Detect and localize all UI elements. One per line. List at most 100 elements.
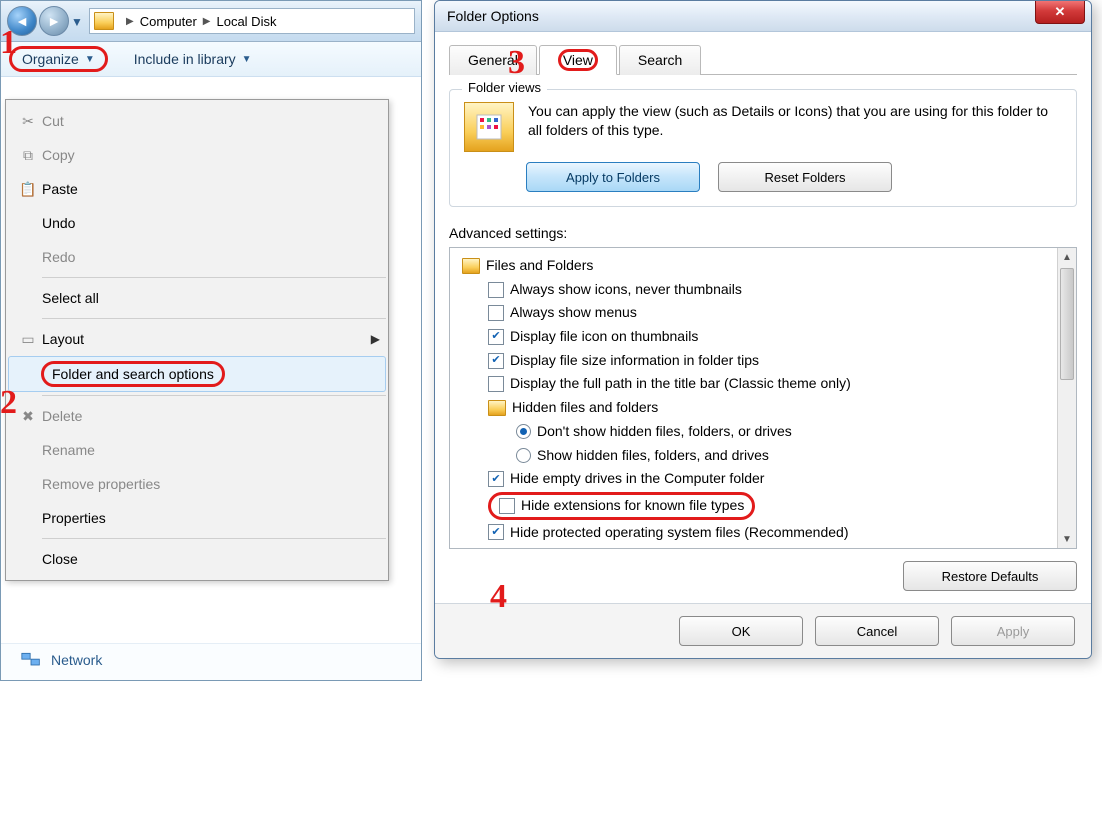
menu-properties-label: Properties xyxy=(42,510,380,526)
breadcrumb[interactable]: ▶ Computer ▶ Local Disk xyxy=(89,8,415,34)
opt-always-icons[interactable]: Always show icons, never thumbnails xyxy=(454,278,1053,302)
advanced-settings-label: Advanced settings: xyxy=(449,225,1077,241)
tab-search[interactable]: Search xyxy=(619,45,701,75)
menu-undo-label: Undo xyxy=(42,215,380,231)
tree-scrollbar[interactable]: ▲ ▼ xyxy=(1057,248,1076,548)
menu-removeprops-label: Remove properties xyxy=(42,476,380,492)
checkbox-unchecked-icon xyxy=(488,376,504,392)
folder-icon xyxy=(488,400,506,416)
chevron-right-icon: ▶ xyxy=(371,332,380,346)
menu-rename-label: Rename xyxy=(42,442,380,458)
radio-selected-icon xyxy=(516,424,531,439)
opt-hide-ext[interactable]: Hide extensions for known file types xyxy=(454,491,1053,521)
apply-to-folders-button[interactable]: Apply to Folders xyxy=(526,162,700,192)
menu-close[interactable]: Close xyxy=(6,542,388,576)
organize-label: Organize xyxy=(22,51,79,67)
delete-icon: ✖ xyxy=(14,408,42,425)
cancel-button[interactable]: Cancel xyxy=(815,616,939,646)
menu-cut[interactable]: ✂ Cut xyxy=(6,104,388,138)
ok-button[interactable]: OK xyxy=(679,616,803,646)
apply-button[interactable]: Apply xyxy=(951,616,1075,646)
tab-view[interactable]: View xyxy=(539,45,617,75)
chevron-down-icon: ▼ xyxy=(85,54,95,65)
organize-menu: ✂ Cut ⧉ Copy 📋 Paste Undo Redo Select al… xyxy=(5,99,389,581)
opt-display-icon[interactable]: ✔ Display file icon on thumbnails xyxy=(454,325,1053,349)
folder-views-text: You can apply the view (such as Details … xyxy=(528,102,1062,140)
menu-redo-label: Redo xyxy=(42,249,380,265)
menu-copy-label: Copy xyxy=(42,147,380,163)
opt-hidden-show[interactable]: Show hidden files, folders, and drives xyxy=(454,444,1053,468)
opt-hidden-dont[interactable]: Don't show hidden files, folders, or dri… xyxy=(454,420,1053,444)
scroll-down-icon[interactable]: ▼ xyxy=(1058,530,1076,548)
checkbox-checked-icon: ✔ xyxy=(488,471,504,487)
opt-hide-empty-label: Hide empty drives in the Computer folder xyxy=(510,468,764,490)
scroll-thumb[interactable] xyxy=(1060,268,1074,380)
menu-select-all[interactable]: Select all xyxy=(6,281,388,315)
opt-display-path[interactable]: Display the full path in the title bar (… xyxy=(454,372,1053,396)
tree-root-label: Files and Folders xyxy=(486,255,593,277)
menu-layout-label: Layout xyxy=(42,331,371,347)
breadcrumb-localdisk[interactable]: Local Disk xyxy=(216,14,276,29)
menu-rename[interactable]: Rename xyxy=(6,433,388,467)
tree-root-files: Files and Folders xyxy=(454,254,1053,278)
menu-close-label: Close xyxy=(42,551,380,567)
menu-undo[interactable]: Undo xyxy=(6,206,388,240)
checkbox-checked-icon: ✔ xyxy=(488,524,504,540)
menu-copy[interactable]: ⧉ Copy xyxy=(6,138,388,172)
tab-general[interactable]: General xyxy=(449,45,537,75)
menu-folderopts-label: Folder and search options xyxy=(52,366,214,382)
opt-always-icons-label: Always show icons, never thumbnails xyxy=(510,279,742,301)
nav-back-button[interactable]: ◄ xyxy=(7,6,37,36)
dialog-titlebar[interactable]: Folder Options ✕ xyxy=(435,1,1091,32)
chevron-down-icon: ▼ xyxy=(242,54,252,65)
menu-properties[interactable]: Properties xyxy=(6,501,388,535)
nav-forward-button[interactable]: ► xyxy=(39,6,69,36)
arrow-left-icon: ◄ xyxy=(15,13,29,29)
copy-icon: ⧉ xyxy=(14,147,42,164)
menu-delete[interactable]: ✖ Delete xyxy=(6,399,388,433)
checkbox-checked-icon: ✔ xyxy=(488,329,504,345)
menu-paste-label: Paste xyxy=(42,181,380,197)
opt-always-menus-label: Always show menus xyxy=(510,302,637,324)
tree-hidden-root: Hidden files and folders xyxy=(454,396,1053,420)
menu-cut-label: Cut xyxy=(42,113,380,129)
folder-options-dialog: Folder Options ✕ General View Search Fol… xyxy=(434,0,1092,659)
explorer-toolbar: Organize ▼ Include in library ▼ xyxy=(1,42,421,77)
organize-button[interactable]: Organize ▼ xyxy=(13,46,108,72)
opt-display-size-label: Display file size information in folder … xyxy=(510,350,759,372)
radio-unselected-icon xyxy=(516,448,531,463)
include-in-library-button[interactable]: Include in library ▼ xyxy=(134,51,252,67)
explorer-nav-network[interactable]: Network xyxy=(1,643,421,680)
opt-display-path-label: Display the full path in the title bar (… xyxy=(510,373,851,395)
menu-selectall-label: Select all xyxy=(42,290,380,306)
menu-paste[interactable]: 📋 Paste xyxy=(6,172,388,206)
menu-remove-properties[interactable]: Remove properties xyxy=(6,467,388,501)
reset-folders-button[interactable]: Reset Folders xyxy=(718,162,892,192)
close-button[interactable]: ✕ xyxy=(1035,0,1085,24)
scroll-up-icon[interactable]: ▲ xyxy=(1058,248,1076,266)
dialog-footer: OK Cancel Apply xyxy=(435,603,1091,658)
nav-history-dropdown[interactable]: ▼ xyxy=(71,15,83,27)
opt-hidden-dont-label: Don't show hidden files, folders, or dri… xyxy=(537,421,792,443)
menu-folder-options[interactable]: Folder and search options xyxy=(8,356,386,392)
restore-defaults-button[interactable]: Restore Defaults xyxy=(903,561,1077,591)
folder-icon xyxy=(462,258,480,274)
menu-delete-label: Delete xyxy=(42,408,380,424)
opt-hidden-show-label: Show hidden files, folders, and drives xyxy=(537,445,769,467)
folder-icon xyxy=(94,12,114,30)
opt-display-size[interactable]: ✔ Display file size information in folde… xyxy=(454,349,1053,373)
opt-always-menus[interactable]: Always show menus xyxy=(454,301,1053,325)
breadcrumb-computer[interactable]: Computer xyxy=(140,14,197,29)
menu-layout[interactable]: ▭ Layout ▶ xyxy=(6,322,388,356)
menu-redo[interactable]: Redo xyxy=(6,240,388,274)
menu-separator xyxy=(42,277,386,278)
explorer-window: ◄ ► ▼ ▶ Computer ▶ Local Disk Organize ▼… xyxy=(0,0,422,681)
opt-hide-empty[interactable]: ✔ Hide empty drives in the Computer fold… xyxy=(454,467,1053,491)
menu-separator xyxy=(42,538,386,539)
tree-hidden-root-label: Hidden files and folders xyxy=(512,397,658,419)
checkbox-unchecked-icon xyxy=(488,282,504,298)
checkbox-checked-icon: ✔ xyxy=(488,353,504,369)
opt-hide-ext-label: Hide extensions for known file types xyxy=(521,495,744,517)
folder-views-group: Folder views You can apply the view (suc… xyxy=(449,89,1077,207)
opt-hide-protected[interactable]: ✔ Hide protected operating system files … xyxy=(454,521,1053,545)
